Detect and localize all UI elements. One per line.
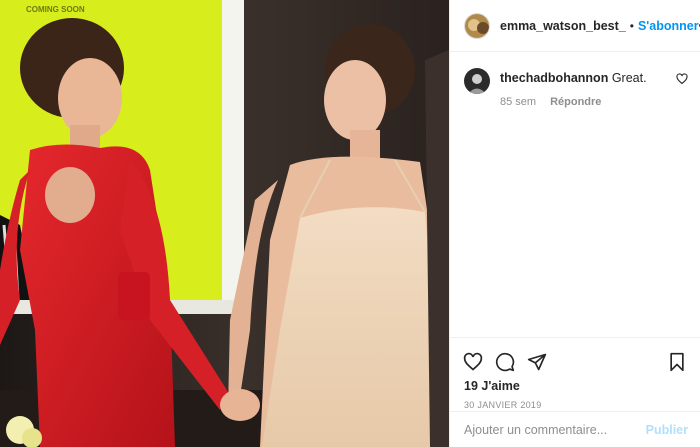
add-comment-bar: Publier (450, 411, 700, 447)
comment-text: Great. (611, 71, 647, 85)
post-side-panel: emma_watson_best_ • S'abonner thechadboh… (449, 0, 700, 447)
header-separator: • (629, 18, 634, 33)
action-bar (450, 338, 700, 376)
bookmark-icon[interactable] (666, 351, 688, 373)
comment-input[interactable] (464, 422, 646, 437)
commenter-avatar[interactable] (464, 68, 490, 94)
likes-count[interactable]: 19 J'aime (450, 376, 700, 393)
comment-item: thechadbohannon Great. 85 sem Répondre (464, 68, 688, 108)
follow-button[interactable]: S'abonner (638, 19, 699, 33)
like-heart-icon[interactable] (462, 351, 484, 373)
reply-button[interactable]: Répondre (550, 96, 601, 108)
post-date[interactable]: 30 JANVIER 2019 (450, 393, 700, 410)
post-photo[interactable]: COMING SOON (0, 0, 449, 447)
publish-button[interactable]: Publier (646, 423, 688, 437)
comments-list: thechadbohannon Great. 85 sem Répondre (450, 52, 700, 337)
author-avatar[interactable] (464, 12, 490, 39)
share-paper-plane-icon[interactable] (526, 351, 548, 373)
author-username[interactable]: emma_watson_best_ (500, 19, 626, 33)
comment-age[interactable]: 85 sem (500, 96, 536, 108)
comment-like-heart-icon[interactable] (676, 73, 688, 85)
comment-bubble-icon[interactable] (494, 351, 516, 373)
post-header: emma_watson_best_ • S'abonner (450, 0, 700, 52)
post-actions-section: 19 J'aime 30 JANVIER 2019 (450, 337, 700, 410)
post-photo-image: COMING SOON (0, 0, 449, 447)
commenter-username[interactable]: thechadbohannon (500, 71, 608, 85)
poster-text: COMING SOON (26, 5, 85, 14)
